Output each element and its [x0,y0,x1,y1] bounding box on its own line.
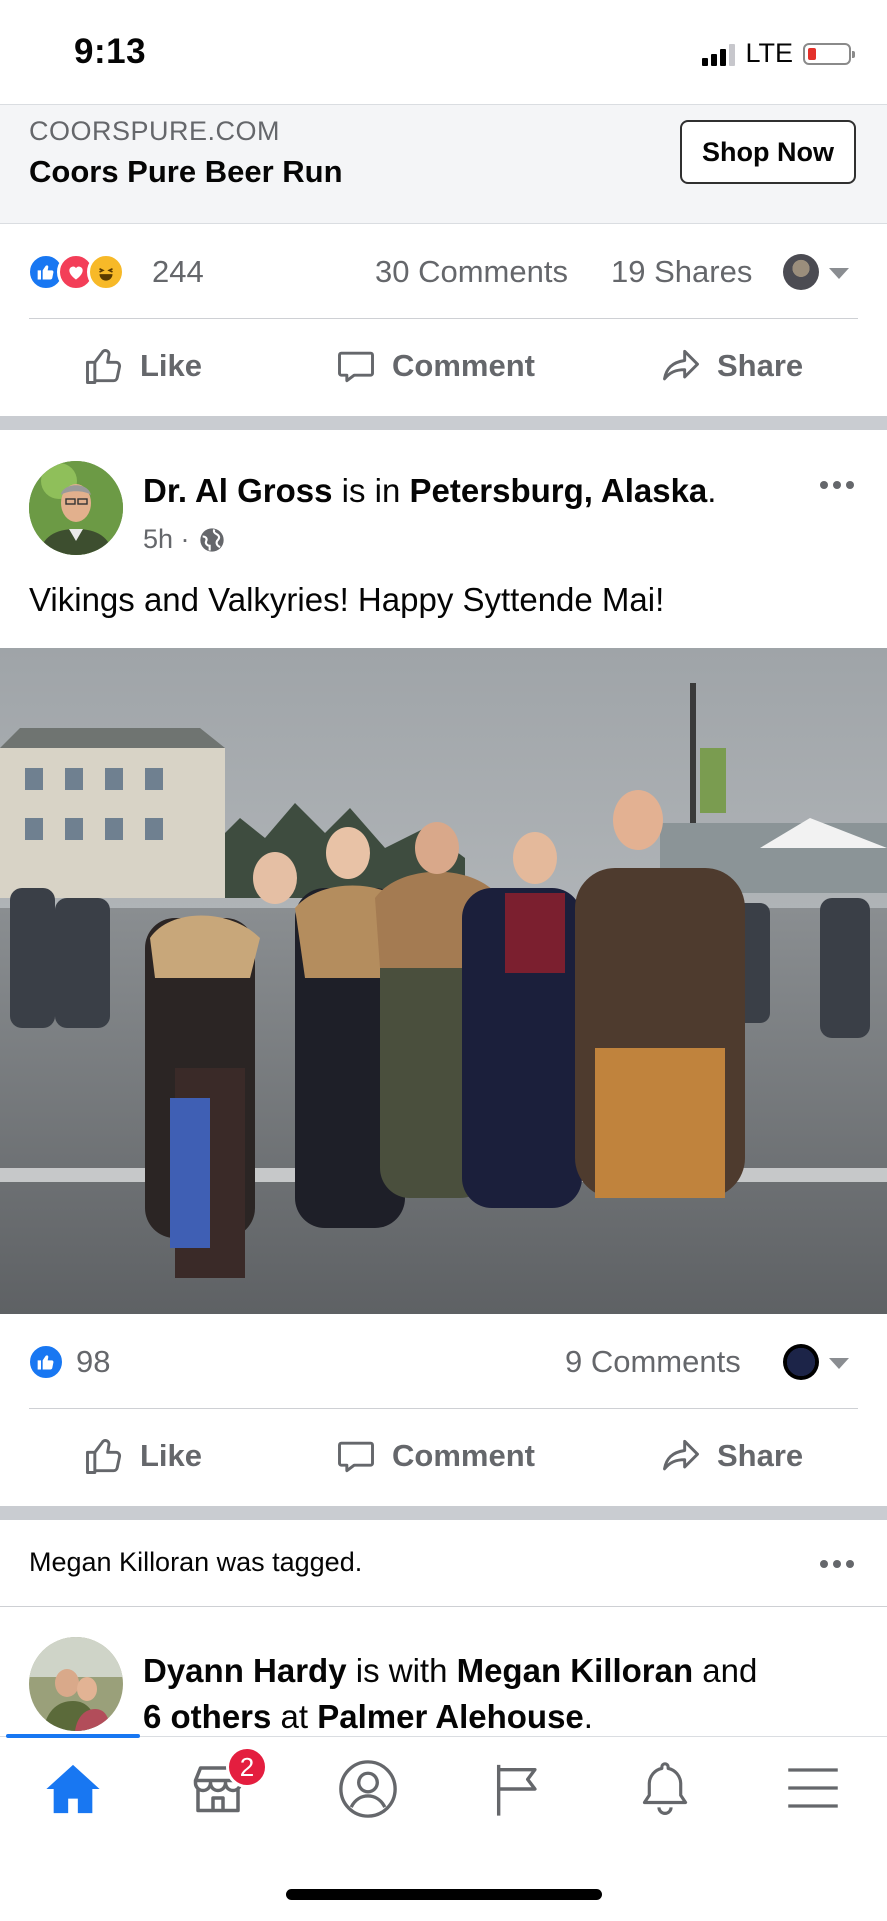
post-options-button[interactable] [820,481,854,489]
headline-connector: is in [332,472,410,509]
like-button[interactable]: Like [82,1434,202,1478]
haha-reaction-icon [87,253,125,291]
shop-now-button[interactable]: Shop Now [680,120,856,184]
ad-domain: COORSPURE.COM [29,116,281,146]
reacting-as-avatar[interactable] [783,1344,819,1380]
tab-home[interactable] [44,1762,102,1821]
post-options-button[interactable] [820,1560,854,1568]
post-headline: Dyann Hardy is with Megan Killoran and 6 … [143,1648,843,1740]
reaction-count[interactable]: 98 [76,1344,110,1380]
signal-icon [702,42,736,66]
home-icon [46,1764,100,1814]
comment-button[interactable]: Comment [334,344,535,388]
with-name[interactable]: Megan Killoran [457,1652,694,1689]
network-label: LTE [745,38,793,68]
at-text: at [271,1698,318,1735]
menu-icon [788,1768,838,1808]
tag-notice: Megan Killoran was tagged. [29,1547,362,1578]
status-indicators: LTE [702,38,855,69]
marketplace-badge: 2 [226,1746,268,1788]
headline-period: . [583,1698,593,1735]
battery-icon [803,42,855,65]
place-link[interactable]: Palmer Alehouse [317,1698,584,1735]
chevron-down-icon[interactable] [829,268,849,279]
reacting-as-avatar[interactable] [783,254,819,290]
notifications-bell-icon [642,1762,688,1815]
author-name[interactable]: Dyann Hardy [143,1652,347,1689]
and-text: and [693,1652,758,1689]
comments-count[interactable]: 30 Comments [375,254,568,290]
like-label: Like [140,348,203,383]
active-tab-indicator [6,1734,140,1738]
chevron-down-icon[interactable] [829,1358,849,1369]
share-icon [663,1439,699,1471]
share-label: Share [717,348,804,383]
reaction-icons[interactable] [27,253,125,291]
tag-text: was tagged. [209,1547,363,1577]
headline-period: . [707,472,717,509]
like-icon [86,349,122,384]
shares-count[interactable]: 19 Shares [611,254,752,290]
like-label: Like [140,1438,203,1473]
author-avatar[interactable] [29,1637,123,1731]
share-icon [663,349,699,381]
ad-title[interactable]: Coors Pure Beer Run [29,154,343,190]
others-link[interactable]: 6 others [143,1698,271,1735]
reaction-count[interactable]: 244 [152,254,204,290]
author-avatar[interactable] [29,461,123,555]
pages-flag-icon [496,1764,537,1816]
divider [29,318,858,319]
tab-profile[interactable] [337,1758,399,1825]
post-meta: 5h · [143,524,226,555]
comment-icon [338,1441,374,1473]
divider [29,1408,858,1409]
share-button[interactable]: Share [659,1434,803,1478]
comment-label: Comment [392,1438,535,1473]
post-separator [0,416,887,430]
post-headline: Dr. Al Gross is in Petersburg, Alaska. [143,472,716,510]
post-separator [0,1506,887,1520]
post-time[interactable]: 5h · [143,524,190,555]
author-name[interactable]: Dr. Al Gross [143,472,333,509]
comment-button[interactable]: Comment [334,1434,535,1478]
location-link[interactable]: Petersburg, Alaska [410,472,708,509]
tagged-name[interactable]: Megan Killoran [29,1547,209,1577]
comments-count[interactable]: 9 Comments [565,1344,741,1380]
like-button[interactable]: Like [82,344,202,388]
like-icon [86,1439,122,1474]
with-text: is with [346,1652,457,1689]
divider [0,1606,887,1607]
tab-pages[interactable] [489,1758,547,1825]
comment-icon [338,351,374,383]
like-reaction-icon [27,1343,65,1381]
globe-icon [199,527,224,552]
post-text: Vikings and Valkyries! Happy Syttende Ma… [29,581,665,618]
tab-notifications[interactable] [636,1758,694,1823]
post-photo[interactable] [0,648,887,1314]
status-time: 9:13 [74,32,147,71]
reaction-icons[interactable] [27,1343,65,1381]
comment-label: Comment [392,348,535,383]
share-label: Share [717,1438,804,1473]
tab-menu[interactable] [786,1764,840,1817]
profile-icon [339,1760,397,1818]
home-indicator [286,1889,602,1900]
share-button[interactable]: Share [659,344,803,388]
